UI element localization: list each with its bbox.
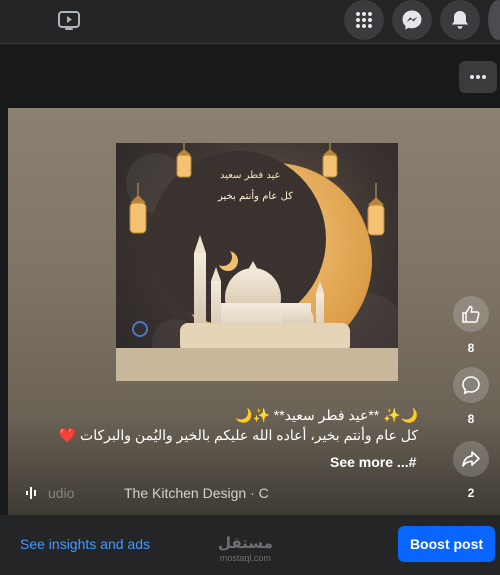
messenger-button[interactable] — [392, 0, 432, 40]
eid-greeting-image: عيد فطر سعيد كل عام وأنتم بخير — [116, 143, 398, 381]
image-greeting-title: عيد فطر سعيد — [220, 170, 281, 181]
share-control: 2 — [453, 441, 489, 500]
post-header-bar — [0, 45, 500, 108]
comment-count: 8 — [467, 412, 475, 426]
notifications-button[interactable] — [440, 0, 480, 40]
audio-wave-icon — [26, 487, 36, 499]
post-footer-bar: See insights and ads مستقل mostaql.com B… — [0, 515, 500, 575]
bell-icon — [452, 11, 468, 29]
reel-player[interactable]: عيد فطر سعيد كل عام وأنتم بخير 8 8 2 🌙✨ … — [8, 108, 500, 515]
audio-attribution[interactable]: udio The Kitchen Design · C — [26, 484, 269, 502]
like-button[interactable] — [453, 296, 489, 332]
comment-control: 8 — [453, 367, 489, 426]
see-more-link[interactable]: See more ...# — [330, 454, 416, 470]
more-horizontal-icon — [470, 75, 486, 79]
boost-post-button[interactable]: Boost post — [398, 526, 495, 562]
top-navigation-bar — [0, 0, 500, 44]
audio-label: udio — [48, 485, 75, 501]
share-button[interactable] — [453, 441, 489, 477]
comment-icon — [462, 376, 480, 395]
watch-tab[interactable] — [48, 4, 90, 38]
more-options-button[interactable] — [459, 61, 497, 93]
share-icon — [462, 451, 480, 467]
messenger-icon — [402, 10, 422, 30]
video-play-icon — [58, 11, 80, 30]
like-count: 8 — [467, 341, 475, 355]
comment-button[interactable] — [453, 367, 489, 403]
lantern-icon — [176, 143, 192, 178]
thumbs-up-icon — [462, 305, 480, 323]
like-control: 8 — [453, 296, 489, 355]
caption-line: 🌙✨ **عيد فطر سعيد** ✨🌙 — [235, 407, 418, 423]
post-caption: 🌙✨ **عيد فطر سعيد** ✨🌙 كل عام وأنتم بخير… — [38, 405, 418, 445]
caption-line: كل عام وأنتم بخير، أعاده الله عليكم بالخ… — [58, 427, 418, 443]
grid-menu-icon — [356, 12, 372, 28]
image-greeting-subtitle: كل عام وأنتم بخير — [218, 191, 293, 202]
watermark-url: mostaql.com — [219, 553, 271, 563]
share-count: 2 — [467, 486, 475, 500]
watermark-logo-text: مستقل — [218, 534, 273, 552]
see-insights-link[interactable]: See insights and ads — [20, 536, 150, 552]
profile-avatar-button[interactable] — [488, 0, 500, 40]
watermark: مستقل mostaql.com — [218, 534, 273, 563]
audio-track-name: The Kitchen Design · C — [124, 485, 269, 501]
menu-button[interactable] — [344, 0, 384, 40]
